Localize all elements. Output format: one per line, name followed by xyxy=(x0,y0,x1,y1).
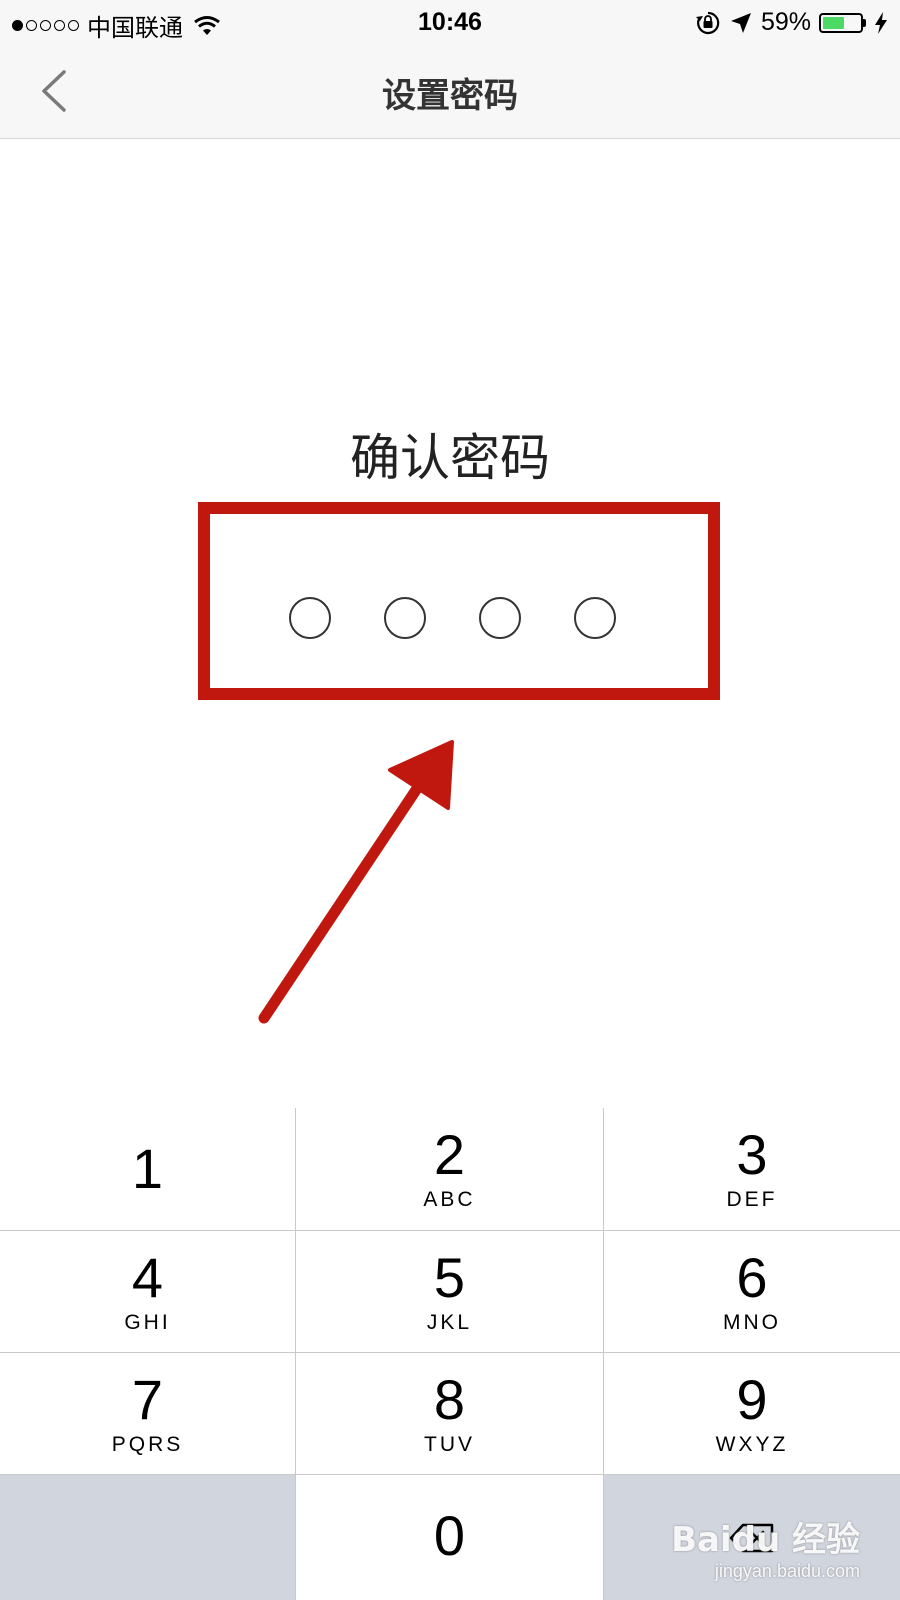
key-9[interactable]: 9 WXYZ xyxy=(604,1353,900,1475)
watermark: Baidu 经验 jingyan.baidu.com xyxy=(671,1512,860,1582)
key-4[interactable]: 4 GHI xyxy=(0,1231,296,1353)
location-arrow-icon xyxy=(730,12,751,33)
key-letters: PQRS xyxy=(111,1432,184,1456)
key-letters: GHI xyxy=(124,1310,171,1334)
page-title: 设置密码 xyxy=(382,76,518,116)
battery-icon xyxy=(819,12,866,33)
key-letters: ABC xyxy=(423,1188,476,1211)
status-bar: 中国联通 10:46 59% xyxy=(0,0,900,44)
key-digit: 5 xyxy=(433,1245,466,1309)
status-right: 59% xyxy=(695,8,888,37)
key-letters: DEF xyxy=(726,1188,778,1211)
key-6[interactable]: 6 MNO xyxy=(604,1231,900,1353)
pin-dot xyxy=(289,597,331,639)
pin-input[interactable] xyxy=(289,597,616,639)
battery-percent: 59% xyxy=(760,8,811,36)
key-letters: WXYZ xyxy=(715,1432,789,1456)
key-letters: TUV xyxy=(424,1432,475,1456)
battery-fill xyxy=(823,16,845,29)
pin-dot xyxy=(479,597,521,639)
key-digit: 6 xyxy=(736,1245,768,1309)
key-digit: 4 xyxy=(131,1245,164,1309)
key-digit: 7 xyxy=(131,1367,164,1431)
key-5[interactable]: 5 JKL xyxy=(296,1231,604,1353)
confirm-password-prompt: 确认密码 xyxy=(350,429,550,487)
key-digit: 1 xyxy=(131,1137,164,1200)
key-digit: 0 xyxy=(433,1503,466,1567)
key-8[interactable]: 8 TUV xyxy=(296,1353,604,1475)
key-digit: 9 xyxy=(736,1367,768,1431)
pin-dot xyxy=(574,597,616,639)
watermark-logo-text: Baidu 经验 xyxy=(671,1520,860,1560)
key-1[interactable]: 1 xyxy=(0,1108,296,1231)
key-letters: JKL xyxy=(426,1310,473,1334)
key-0[interactable]: 0 xyxy=(296,1475,604,1600)
charging-bolt-icon xyxy=(875,11,887,34)
key-2[interactable]: 2 ABC xyxy=(296,1108,604,1231)
key-digit: 3 xyxy=(736,1123,768,1186)
pin-dot xyxy=(384,597,426,639)
watermark-url: jingyan.baidu.com xyxy=(714,1561,860,1581)
key-7[interactable]: 7 PQRS xyxy=(0,1353,296,1475)
key-3[interactable]: 3 DEF xyxy=(604,1108,900,1231)
key-digit: 2 xyxy=(433,1123,466,1186)
navigation-bar: 设置密码 xyxy=(0,44,900,139)
orientation-lock-icon xyxy=(695,11,720,34)
key-letters: MNO xyxy=(723,1310,781,1334)
key-blank xyxy=(0,1475,296,1600)
key-digit: 8 xyxy=(433,1367,466,1431)
